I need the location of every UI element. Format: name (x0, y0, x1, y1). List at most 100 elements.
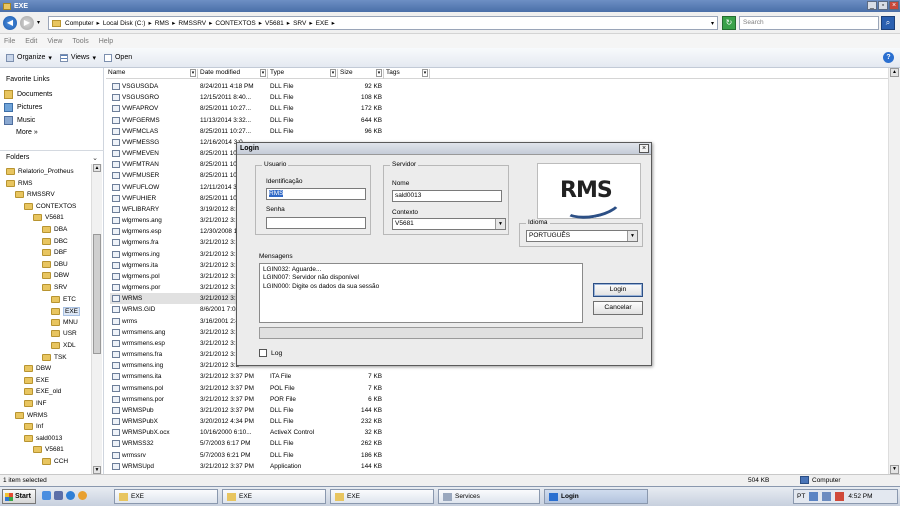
table-row[interactable]: VWFMCLAS 8/25/2011 10:27... DLL File 96 KB (110, 126, 385, 137)
breadcrumb-item[interactable]: EXE (316, 20, 329, 27)
breadcrumb-separator-icon[interactable]: ▸ (209, 19, 212, 27)
taskbar-task[interactable]: Services (438, 489, 540, 504)
tree-item[interactable]: MNU (51, 318, 78, 326)
chevron-down-icon[interactable]: ▼ (627, 231, 637, 241)
history-dropdown-icon[interactable]: ▾ (37, 19, 40, 26)
table-row[interactable]: WRMSPub 3/21/2012 3:37 PM DLL File 144 KB (110, 405, 385, 416)
column-filter-icon[interactable]: ▾ (422, 69, 428, 77)
tree-item[interactable]: DBF (42, 249, 67, 257)
menu-item-help[interactable]: Help (99, 38, 113, 45)
log-checkbox[interactable]: Log (259, 349, 282, 357)
internet-explorer-icon[interactable] (66, 491, 75, 500)
idioma-select[interactable]: PORTUGUÊS ▼ (526, 230, 638, 242)
start-button[interactable]: Start (2, 489, 36, 504)
taskbar-task[interactable]: Login (544, 489, 648, 504)
tree-item[interactable]: sald0013 (24, 434, 62, 442)
tree-item[interactable]: XDL (51, 342, 76, 349)
search-icon[interactable]: ⌕ (881, 16, 895, 30)
tree-item[interactable]: V5681 (33, 214, 64, 222)
favorite-pictures[interactable]: Pictures (4, 103, 42, 112)
login-button[interactable]: Login (593, 283, 643, 297)
tree-item[interactable]: DBW (42, 272, 69, 280)
maximize-button[interactable]: ▫ (878, 1, 888, 10)
organize-button[interactable]: Organize ▾ (6, 53, 52, 62)
search-input[interactable]: Search (739, 16, 879, 30)
table-row[interactable]: WRMSS32 5/7/2003 6:17 PM DLL File 262 KB (110, 438, 385, 449)
tree-item[interactable]: Relatorio_Protheus (6, 168, 74, 175)
tree-item[interactable]: EXE (51, 307, 81, 317)
address-bar[interactable]: Computer ▸ Local Disk (C:) ▸ RMS ▸ RMSSRV ▸ CONT… (48, 16, 718, 30)
column-header-type[interactable]: Type ▾ (268, 69, 338, 79)
scroll-down-icon[interactable]: ▼ (93, 466, 101, 474)
menu-item-tools[interactable]: Tools (72, 38, 88, 45)
identificacao-field[interactable]: RMS (266, 188, 366, 200)
breadcrumb-separator-icon[interactable]: ▸ (332, 19, 335, 27)
tree-item[interactable]: ETC (51, 295, 76, 303)
scroll-thumb[interactable] (93, 234, 101, 354)
taskbar-task[interactable]: EXE (114, 489, 218, 504)
breadcrumb-separator-icon[interactable]: ▸ (97, 19, 100, 27)
chevron-down-icon[interactable]: ▼ (495, 219, 505, 229)
tree-item[interactable]: SRV (42, 284, 67, 291)
contexto-select[interactable]: V5681 ▼ (392, 218, 506, 230)
tree-item[interactable]: INF (24, 400, 46, 407)
favorite-documents[interactable]: Documents (4, 90, 52, 99)
column-header-tags[interactable]: Tags ▾ (384, 69, 430, 79)
breadcrumb-item[interactable]: SRV (293, 20, 306, 27)
column-filter-icon[interactable]: ▾ (330, 69, 336, 77)
breadcrumb-item[interactable]: RMS (155, 20, 169, 27)
column-header-date-modified[interactable]: Date modified ▾ (198, 69, 268, 79)
back-button[interactable]: ◀ (3, 15, 17, 30)
menu-item-file[interactable]: File (4, 38, 15, 45)
table-row[interactable]: wrmssrv 5/7/2003 6:21 PM DLL File 186 KB (110, 450, 385, 461)
breadcrumb-separator-icon[interactable]: ▸ (259, 19, 262, 27)
tree-item[interactable]: USR (51, 330, 77, 338)
refresh-button[interactable]: ↻ (722, 16, 736, 30)
menu-item-edit[interactable]: Edit (25, 38, 37, 45)
table-row[interactable]: wrmsmens.pol 3/21/2012 3:37 PM POL File 7 K… (110, 383, 385, 394)
tree-item[interactable]: DBW (24, 365, 51, 373)
table-row[interactable]: VSGUSGDA 8/24/2011 4:18 PM DLL File 92 KB (110, 81, 385, 92)
network-icon[interactable] (809, 492, 819, 501)
column-filter-icon[interactable]: ▾ (260, 69, 266, 77)
scroll-up-icon[interactable]: ▲ (890, 68, 899, 77)
table-row[interactable]: VWFAPROV 8/25/2011 10:27... DLL File 172 KB (110, 103, 385, 114)
table-row[interactable]: WRMSUpd 3/21/2012 3:37 PM Application 144 K… (110, 461, 385, 472)
nome-field[interactable]: sald0013 (392, 190, 502, 202)
tree-item[interactable]: RMS (6, 179, 32, 187)
breadcrumb-item[interactable]: CONTEXTOS (215, 20, 255, 27)
help-icon[interactable]: ? (883, 52, 894, 63)
tree-item[interactable]: EXE (24, 376, 49, 384)
minimize-button[interactable]: _ (867, 1, 877, 10)
table-row[interactable]: VWFGERMS 11/13/2014 3:32... DLL File 644 KB (110, 115, 385, 126)
column-filter-icon[interactable]: ▾ (190, 69, 196, 77)
tree-item[interactable]: EXE_old (24, 388, 61, 396)
favorites-more-link[interactable]: More » (16, 129, 38, 136)
show-desktop-icon[interactable] (42, 491, 51, 500)
tree-item[interactable]: CONTEXTOS (24, 202, 76, 210)
clock[interactable]: 4:52 PM (848, 493, 872, 500)
breadcrumb-item[interactable]: RMSSRV (178, 20, 206, 27)
menu-item-view[interactable]: View (47, 38, 62, 45)
tree-item[interactable]: DBU (42, 260, 68, 268)
checkbox-box[interactable] (259, 349, 267, 357)
table-row[interactable]: wrmsmens.por 3/21/2012 3:37 PM POR File 6 K… (110, 394, 385, 405)
table-row[interactable]: WRMSPubX 3/20/2012 4:34 PM DLL File 232 KB (110, 416, 385, 427)
switch-windows-icon[interactable] (54, 491, 63, 500)
tree-item[interactable]: CCH (42, 458, 68, 465)
column-header-size[interactable]: Size ▾ (338, 69, 384, 79)
table-row[interactable]: VSGUSGRO 12/15/2011 8:40... DLL File 108 KB (110, 92, 385, 103)
table-row[interactable]: wrmsmens.ita 3/21/2012 3:37 PM ITA File 7 K… (110, 371, 385, 382)
media-player-icon[interactable] (78, 491, 87, 500)
close-button[interactable]: × (889, 1, 899, 10)
breadcrumb-item[interactable]: Local Disk (C:) (103, 20, 146, 27)
language-indicator[interactable]: PT (797, 493, 805, 500)
breadcrumb-separator-icon[interactable]: ▸ (309, 19, 312, 27)
breadcrumb-item[interactable]: V5681 (265, 20, 284, 27)
breadcrumb-item[interactable]: Computer (65, 20, 94, 27)
breadcrumb-separator-icon[interactable]: ▸ (172, 19, 175, 27)
display-icon[interactable] (822, 492, 832, 501)
file-list-scrollbar[interactable]: ▲ ▼ (888, 68, 900, 474)
forward-button[interactable]: ▶ (20, 15, 34, 30)
dialog-close-button[interactable]: × (639, 144, 649, 153)
